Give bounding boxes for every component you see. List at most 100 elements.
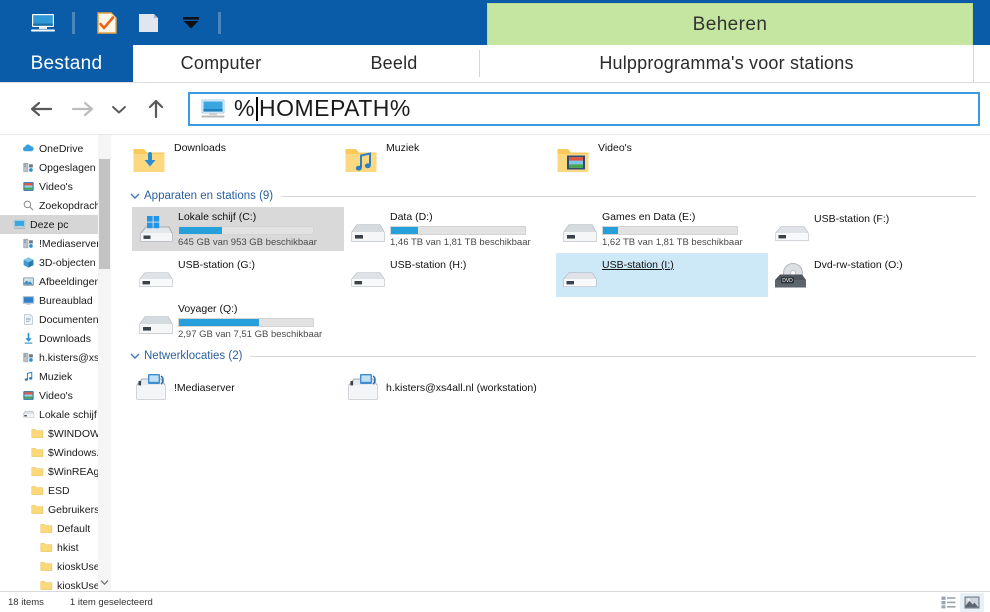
large-icons-view-button[interactable] xyxy=(960,592,984,612)
video-folder-icon xyxy=(21,389,35,403)
group-header-network[interactable]: Netwerklocaties (2) xyxy=(120,346,990,366)
drive-usage-bar xyxy=(178,226,314,235)
sidebar-item-windows[interactable]: $WINDOWS.~ xyxy=(0,424,111,443)
folder-name: Muziek xyxy=(386,141,420,154)
address-text-after-caret: HOMEPATH% xyxy=(258,95,411,121)
address-bar[interactable]: % HOMEPATH% xyxy=(188,91,980,126)
downloads-icon xyxy=(21,332,35,346)
desktop-icon xyxy=(21,294,35,308)
usb-drive-icon xyxy=(346,257,390,297)
drive-tile[interactable]: USB-station (H:) xyxy=(344,253,556,297)
drive-tile[interactable]: Voyager (Q:) 2,97 GB van 7,51 GB beschikb… xyxy=(132,299,344,343)
tab-beeld-label: Beeld xyxy=(370,53,418,73)
sidebar-item-bureaublad[interactable]: Bureaublad xyxy=(0,291,111,310)
properties-icon[interactable] xyxy=(90,8,124,38)
drive-tile[interactable]: Lokale schijf (C:) 645 GB van 953 GB besc… xyxy=(132,207,344,251)
drive-tile[interactable]: USB-station (I:) xyxy=(556,253,768,297)
up-arrow-icon[interactable] xyxy=(136,92,176,126)
drive-info: USB-station (F:) xyxy=(814,209,978,225)
network-location-tile[interactable]: h.kisters@xs4all.nl (workstation) xyxy=(344,368,644,408)
folder-icon xyxy=(30,427,44,441)
folder-tile[interactable]: Video's xyxy=(556,138,768,182)
folder-tile[interactable]: Muziek xyxy=(344,138,556,182)
drive-tile[interactable]: USB-station (G:) xyxy=(132,253,344,297)
usb-drive-icon xyxy=(558,257,602,297)
sidebar-item-label: Video's xyxy=(39,180,73,193)
back-arrow-icon[interactable] xyxy=(22,92,62,126)
tab-strip-tail xyxy=(974,45,990,82)
drive-tile[interactable]: Games en Data (E:) 1,62 TB van 1,81 TB be… xyxy=(556,207,768,251)
address-text-before-caret: % xyxy=(234,95,255,121)
group-header-devices[interactable]: Apparaten en stations (9) xyxy=(120,186,990,206)
scrollbar-thumb[interactable] xyxy=(99,159,110,269)
sidebar-item-deze-pc[interactable]: Deze pc xyxy=(0,215,111,234)
customize-quick-access-chevron-icon[interactable] xyxy=(178,10,204,36)
sidebar-item-label: Muziek xyxy=(39,370,73,383)
tab-bestand[interactable]: Bestand xyxy=(0,45,133,82)
sidebar-item-afbeeldingen[interactable]: Afbeeldingen xyxy=(0,272,111,291)
drive-tile[interactable]: DVD Dvd-rw-station (O:) xyxy=(768,253,980,297)
sidebar-item-lokale-schijf-c[interactable]: Lokale schijf (C xyxy=(0,405,111,424)
usb-drive-icon xyxy=(134,257,178,297)
explorer-body: OneDrive Opgeslagen sp Video's Zoekopdracht… xyxy=(0,135,990,591)
sidebar-item-esd[interactable]: ESD xyxy=(0,481,111,500)
folder-icon xyxy=(39,522,53,536)
forward-arrow-icon[interactable] xyxy=(62,92,102,126)
dvd-drive-icon: DVD xyxy=(770,257,814,297)
this-pc-icon xyxy=(196,98,230,120)
folder-tree: OneDrive Opgeslagen sp Video's Zoekopdracht… xyxy=(0,135,111,591)
sidebar-item-label: Gebruikers xyxy=(48,503,100,516)
sidebar-item-documenten[interactable]: Documenten xyxy=(0,310,111,329)
drive-name: Data (D:) xyxy=(390,211,433,223)
sidebar-item-label: Afbeeldingen xyxy=(39,275,101,288)
sidebar-item-label: 3D-objecten xyxy=(39,256,96,269)
sidebar-item-label: Bureaublad xyxy=(39,294,93,307)
file-list-pane: Downloads Muziek Video's Apparaten en stat… xyxy=(112,135,990,591)
new-folder-icon[interactable] xyxy=(132,8,166,38)
tab-beeld[interactable]: Beeld xyxy=(309,45,479,82)
sidebar-item-opgeslagen-sp[interactable]: Opgeslagen sp xyxy=(0,158,111,177)
sidebar-item-kioskuser0[interactable]: kioskUser0 xyxy=(0,557,111,576)
sidebar-item-kioskuser0[interactable]: kioskUser0." xyxy=(0,576,111,591)
sidebar-item-downloads[interactable]: Downloads xyxy=(0,329,111,348)
sidebar-item-default[interactable]: Default xyxy=(0,519,111,538)
sidebar-item-muziek[interactable]: Muziek xyxy=(0,367,111,386)
recent-locations-chevron-down-icon[interactable] xyxy=(102,92,136,126)
sidebar-item-3d-objecten[interactable]: 3D-objecten xyxy=(0,253,111,272)
sidebar-item-zoekopdrachte[interactable]: Zoekopdrachte xyxy=(0,196,111,215)
drive-usage-bar xyxy=(390,226,526,235)
sidebar-item-hkist[interactable]: hkist xyxy=(0,538,111,557)
drive-icon xyxy=(346,211,390,251)
network-locations-grid: !Mediaserver h.kisters@xs4all.nl (worksta… xyxy=(120,368,990,408)
sidebar-item-video-s[interactable]: Video's xyxy=(0,177,111,196)
chevron-down-icon[interactable] xyxy=(128,189,142,203)
tab-hulpprogrammas-voor-stations[interactable]: Hulpprogramma's voor stations xyxy=(480,45,974,82)
scroll-down-chevron-icon[interactable] xyxy=(98,575,111,589)
video-folder-icon xyxy=(21,180,35,194)
drive-name: USB-station (G:) xyxy=(178,259,256,271)
windows-drive-icon xyxy=(134,211,178,251)
network-location-tile[interactable]: !Mediaserver xyxy=(132,368,344,408)
details-view-button[interactable] xyxy=(936,593,960,612)
drive-info: Games en Data (E:) 1,62 TB van 1,81 TB be… xyxy=(602,209,766,248)
downloads-folder-icon xyxy=(132,142,166,178)
sidebar-item-gebruikers[interactable]: Gebruikers xyxy=(0,500,111,519)
sidebar-item-mediaserver[interactable]: !Mediaserver xyxy=(0,234,111,253)
sidebar-item-windows[interactable]: $Windows.~\ xyxy=(0,443,111,462)
folder-tile[interactable]: Downloads xyxy=(132,138,344,182)
drive-icon xyxy=(21,408,35,422)
chevron-down-icon[interactable] xyxy=(128,349,142,363)
navigation-pane-scrollbar[interactable] xyxy=(98,135,111,591)
drive-name: USB-station (I:) xyxy=(602,259,674,271)
tab-computer[interactable]: Computer xyxy=(133,45,309,82)
cloud-icon xyxy=(21,142,35,156)
tab-computer-label: Computer xyxy=(180,53,262,73)
sidebar-item-onedrive[interactable]: OneDrive xyxy=(0,139,111,158)
drive-tile[interactable]: USB-station (F:) xyxy=(768,207,980,251)
this-pc-icon[interactable] xyxy=(26,8,60,38)
sidebar-item-h-kisters-xs4a[interactable]: h.kisters@xs4a xyxy=(0,348,111,367)
sidebar-item-video-s[interactable]: Video's xyxy=(0,386,111,405)
drive-tile[interactable]: Data (D:) 1,46 TB van 1,81 TB beschikbaar xyxy=(344,207,556,251)
sidebar-item-winreagent[interactable]: $WinREAgent xyxy=(0,462,111,481)
sidebar-item-label: hkist xyxy=(57,541,79,554)
